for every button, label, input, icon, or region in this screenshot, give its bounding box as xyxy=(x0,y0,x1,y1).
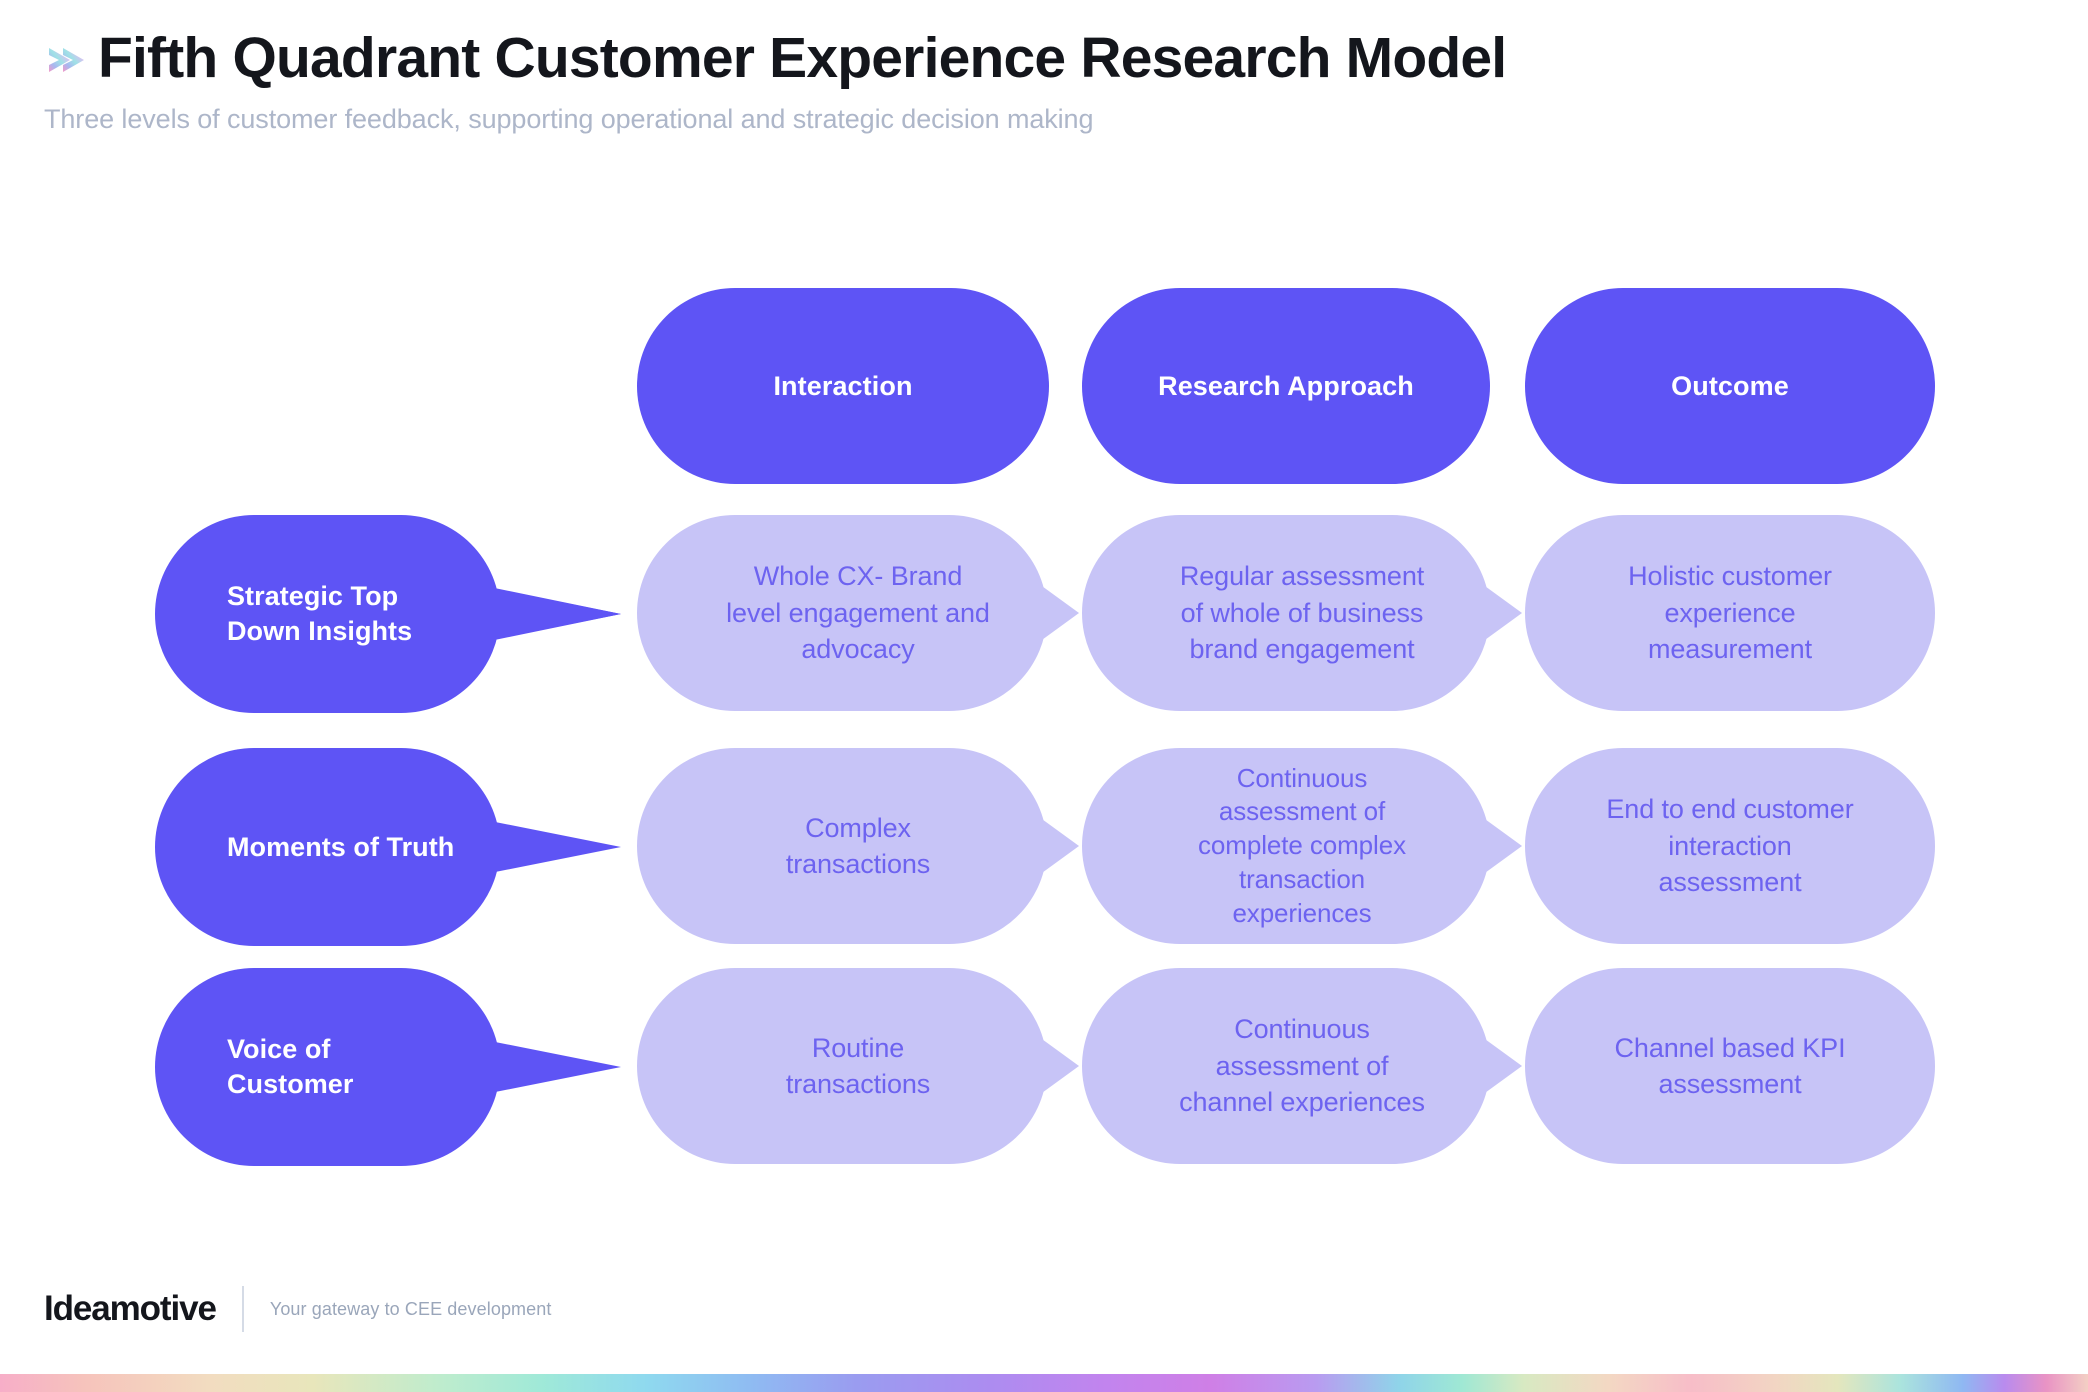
row-label-voice-of-customer[interactable]: Voice of Customer xyxy=(155,968,621,1166)
research-model-diagram: Interaction Research Approach Outcome St… xyxy=(0,0,2088,1392)
title-row: Fifth Quadrant Customer Experience Resea… xyxy=(44,28,1944,88)
slide-header: Fifth Quadrant Customer Experience Resea… xyxy=(44,28,1944,135)
column-header-research-approach[interactable]: Research Approach xyxy=(1082,288,1490,484)
cell-text: Continuous assessment of channel experie… xyxy=(1179,1014,1425,1118)
column-header-label: Research Approach xyxy=(1158,370,1414,401)
matrix-cell[interactable]: Whole CX- Brand level engagement and adv… xyxy=(637,515,1079,711)
ideamotive-logo: Ideamotive xyxy=(44,1289,217,1328)
matrix-cell[interactable]: Continuous assessment of channel experie… xyxy=(1082,968,1522,1164)
matrix-cell[interactable]: Regular assessment of whole of business … xyxy=(1082,515,1522,711)
footer-divider xyxy=(241,1286,244,1332)
cell-text: Routine transactions xyxy=(785,1032,931,1099)
page-subtitle: Three levels of customer feedback, suppo… xyxy=(44,104,1094,135)
matrix-cell[interactable]: Channel based KPI assessment xyxy=(1525,968,1935,1164)
bottom-gradient-bar xyxy=(0,1374,2088,1392)
row-label-strategic-top-down-insights[interactable]: Strategic Top Down Insights xyxy=(155,515,621,713)
row-label-text: Voice of Customer xyxy=(227,1034,354,1099)
column-header-outcome[interactable]: Outcome xyxy=(1525,288,1935,484)
row-label-text: Moments of Truth xyxy=(227,831,455,862)
matrix-cell[interactable]: Routine transactions xyxy=(637,968,1079,1164)
column-header-interaction[interactable]: Interaction xyxy=(637,288,1049,484)
row-label-text: Strategic Top Down Insights xyxy=(227,581,413,646)
cell-text: Holistic customer experience measurement xyxy=(1628,561,1832,665)
matrix-cell[interactable]: Continuous assessment of complete comple… xyxy=(1082,748,1522,944)
matrix-cell[interactable]: End to end customer interaction assessme… xyxy=(1525,748,1935,944)
matrix-cell[interactable]: Holistic customer experience measurement xyxy=(1525,515,1935,711)
row-label-moments-of-truth[interactable]: Moments of Truth xyxy=(155,748,621,946)
chevron-right-gradient-icon xyxy=(49,48,84,73)
cell-text: Whole CX- Brand level engagement and adv… xyxy=(726,561,990,665)
cell-text: End to end customer interaction assessme… xyxy=(1606,794,1854,898)
column-header-label: Interaction xyxy=(773,370,913,401)
cell-text: Regular assessment of whole of business … xyxy=(1179,561,1425,665)
matrix-cell[interactable]: Complex transactions xyxy=(637,748,1079,944)
page-title: Fifth Quadrant Customer Experience Resea… xyxy=(98,26,1507,90)
column-header-label: Outcome xyxy=(1671,370,1789,401)
cell-text: Channel based KPI assessment xyxy=(1614,1032,1846,1099)
slide-canvas: Fifth Quadrant Customer Experience Resea… xyxy=(0,0,2088,1392)
slide-footer: Ideamotive Your gateway to CEE developme… xyxy=(44,1286,551,1332)
cell-text: Complex transactions xyxy=(785,812,931,879)
footer-tagline: Your gateway to CEE development xyxy=(269,1298,552,1319)
cell-text: Continuous assessment of complete comple… xyxy=(1198,762,1406,928)
